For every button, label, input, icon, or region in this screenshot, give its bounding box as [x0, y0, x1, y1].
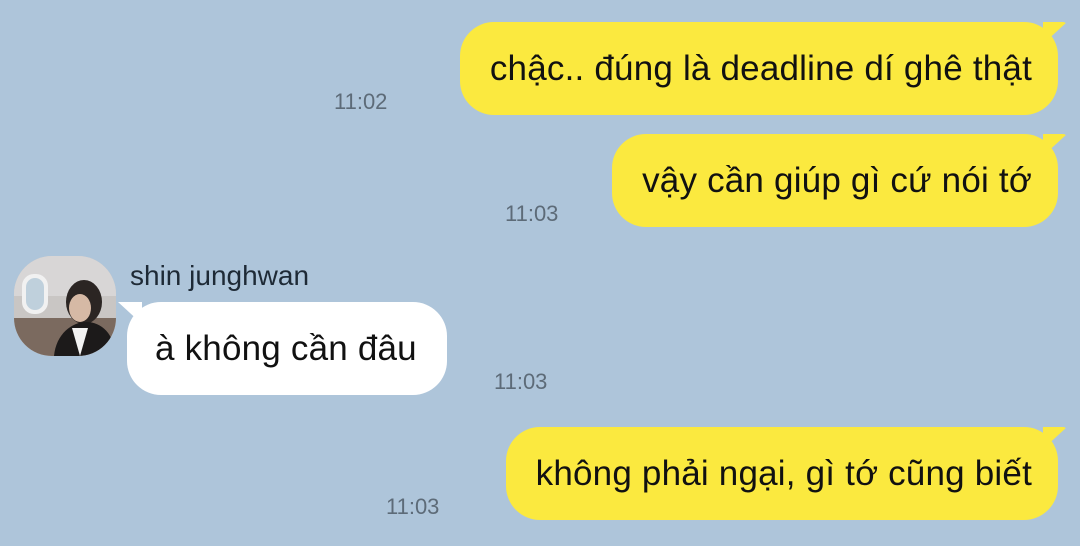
message-text: chậc.. đúng là deadline dí ghê thật [489, 48, 1032, 88]
message-timestamp: 11:03 [505, 201, 559, 226]
message-text: à không cần đâu [155, 328, 417, 368]
sender-name: shin junghwan [130, 260, 310, 291]
message-timestamp: 11:03 [386, 494, 440, 519]
message-bubble-received[interactable]: à không cần đâu [127, 302, 447, 395]
message-bubble-sent[interactable]: không phải ngại, gì tớ cũng biết [505, 427, 1058, 520]
message-text: không phải ngại, gì tớ cũng biết [535, 453, 1032, 493]
profile-photo-icon [14, 256, 116, 356]
message-bubble-sent[interactable]: chậc.. đúng là deadline dí ghê thật [459, 22, 1058, 115]
avatar[interactable] [14, 256, 116, 356]
message-bubble-sent[interactable]: vậy cần giúp gì cứ nói tớ [612, 134, 1058, 227]
message-timestamp: 11:02 [334, 89, 388, 114]
chat-conversation: chậc.. đúng là deadline dí ghê thật 11:0… [0, 0, 1080, 546]
message-timestamp: 11:03 [494, 369, 548, 394]
message-text: vậy cần giúp gì cứ nói tớ [642, 160, 1032, 200]
